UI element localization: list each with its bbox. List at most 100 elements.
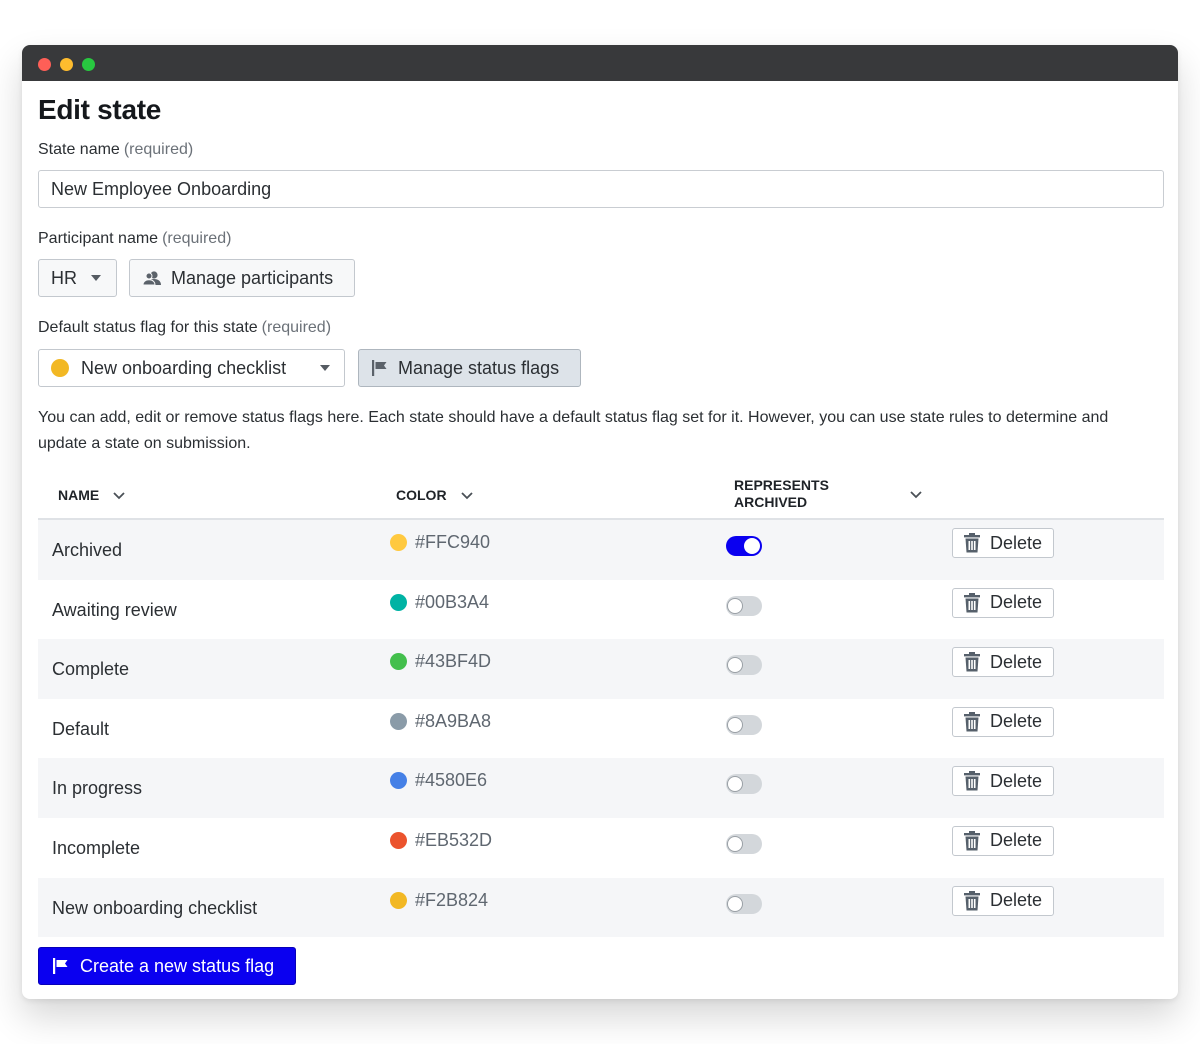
color-hex: #43BF4D (415, 651, 492, 672)
trash-icon (963, 652, 981, 672)
flag-icon (52, 957, 70, 975)
toggle-knob (727, 597, 743, 614)
delete-button[interactable]: Delete (952, 825, 1054, 856)
delete-label: Delete (990, 770, 1043, 791)
caret-down-icon (320, 365, 330, 371)
flag-name: Archived (52, 540, 123, 560)
flag-icon (371, 359, 389, 377)
manage-status-flags-button[interactable]: Manage status flags (358, 349, 581, 387)
color-hex: #FFC940 (415, 532, 491, 552)
state-name-input[interactable] (38, 170, 1164, 208)
color-swatch (390, 831, 407, 849)
trash-icon (963, 592, 981, 613)
flag-color: #F2B824 (390, 890, 488, 911)
create-status-flag-button[interactable]: Create a new status flag (38, 947, 296, 985)
state-name-label-text: State name (38, 141, 120, 158)
color-hex: #4580E6 (415, 770, 488, 791)
represents-archived-toggle[interactable] (726, 893, 762, 914)
represents-archived-toggle[interactable] (726, 536, 762, 556)
delete-button[interactable]: Delete (952, 766, 1054, 797)
color-hex: #EB532D (415, 829, 493, 850)
caret-down-icon (91, 275, 101, 281)
manage-status-flags-label: Manage status flags (398, 357, 560, 378)
chevron-down-icon (910, 486, 922, 502)
delete-label: Delete (990, 830, 1043, 851)
flag-color: #EB532D (390, 830, 492, 851)
color-swatch (390, 772, 407, 790)
flag-color: #8A9BA8 (390, 711, 491, 732)
state-name-label: State name (required) (38, 141, 193, 159)
delete-button[interactable]: Delete (952, 587, 1054, 618)
participant-select[interactable]: HR (38, 259, 117, 297)
represents-archived-toggle[interactable] (726, 774, 762, 795)
close-window-button[interactable] (38, 58, 51, 71)
delete-label: Delete (990, 532, 1043, 553)
column-archived-line2: ARCHIVED (734, 494, 808, 510)
flag-color: #FFC940 (390, 532, 490, 553)
flag-name: Incomplete (52, 837, 141, 858)
delete-button[interactable]: Delete (952, 528, 1054, 558)
column-header-archived[interactable]: REPRESENTS ARCHIVED (734, 477, 922, 511)
delete-button[interactable]: Delete (952, 706, 1054, 737)
flag-color: #4580E6 (390, 770, 487, 791)
delete-label: Delete (990, 592, 1043, 613)
participant-selected-value: HR (51, 267, 77, 288)
default-flag-select[interactable]: New onboarding checklist (38, 349, 345, 387)
users-icon (142, 270, 162, 286)
trash-icon (963, 771, 981, 791)
delete-button[interactable]: Delete (952, 885, 1054, 916)
color-swatch (390, 712, 407, 730)
table-body: Archived #FFC940 Delete Awaiting review #00B… (38, 520, 1164, 938)
default-flag-label: Default status flag for this state (requi… (38, 319, 331, 337)
color-hex: #F2B824 (415, 889, 489, 910)
table-row: Archived #FFC940 Delete (38, 520, 1164, 580)
trash-icon (963, 830, 981, 851)
maximize-window-button[interactable] (82, 58, 95, 71)
column-header-color[interactable]: COLOR (396, 487, 473, 503)
toggle-knob (727, 657, 743, 674)
default-flag-label-text: Default status flag for this state (38, 319, 258, 336)
app-window: Edit state State name(required) Particip… (22, 45, 1178, 999)
represents-archived-toggle[interactable] (726, 655, 762, 676)
delete-button[interactable]: Delete (952, 647, 1054, 678)
status-flags-table: NAME COLOR REPRESENTS ARCHIVED Archived #… (38, 473, 1164, 938)
toggle-knob (727, 835, 743, 852)
column-archived-line1: REPRESENTS (734, 477, 829, 493)
color-swatch (390, 653, 407, 671)
chevron-down-icon (460, 487, 473, 503)
table-header: NAME COLOR REPRESENTS ARCHIVED (38, 473, 1164, 520)
represents-archived-toggle[interactable] (726, 595, 762, 616)
column-header-name[interactable]: NAME (58, 487, 125, 503)
color-hex: #00B3A4 (415, 591, 490, 612)
column-color-label: COLOR (396, 487, 447, 503)
flag-name: New onboarding checklist (52, 897, 258, 918)
required-hint: (required) (162, 230, 232, 247)
help-text: You can add, edit or remove status flags… (38, 409, 1109, 452)
represents-archived-toggle[interactable] (726, 833, 762, 854)
default-flag-selected-value: New onboarding checklist (81, 357, 287, 378)
trash-icon (963, 890, 981, 911)
participant-name-label: Participant name (required) (38, 230, 231, 248)
required-hint: (required) (123, 141, 194, 158)
trash-icon (963, 533, 981, 553)
toggle-knob (744, 538, 760, 554)
column-name-label: NAME (58, 487, 100, 503)
column-archived-label: REPRESENTS ARCHIVED (734, 477, 829, 511)
trash-icon (963, 711, 981, 732)
delete-label: Delete (990, 711, 1043, 732)
toggle-knob (727, 716, 743, 733)
color-hex: #8A9BA8 (415, 710, 492, 731)
create-status-flag-label: Create a new status flag (80, 955, 275, 976)
manage-participants-button[interactable]: Manage participants (129, 259, 355, 297)
participant-name-label-text: Participant name (38, 230, 159, 247)
manage-participants-label: Manage participants (171, 267, 334, 288)
minimize-window-button[interactable] (60, 58, 73, 71)
table-row: Default #8A9BA8 Delete (38, 699, 1164, 759)
color-swatch (390, 534, 407, 551)
flag-name: Complete (52, 659, 130, 680)
table-row: In progress #4580E6 Delete (38, 758, 1164, 818)
represents-archived-toggle[interactable] (726, 714, 762, 735)
title-bar (22, 45, 1178, 81)
flag-name: Default (52, 718, 110, 739)
toggle-knob (727, 776, 743, 793)
